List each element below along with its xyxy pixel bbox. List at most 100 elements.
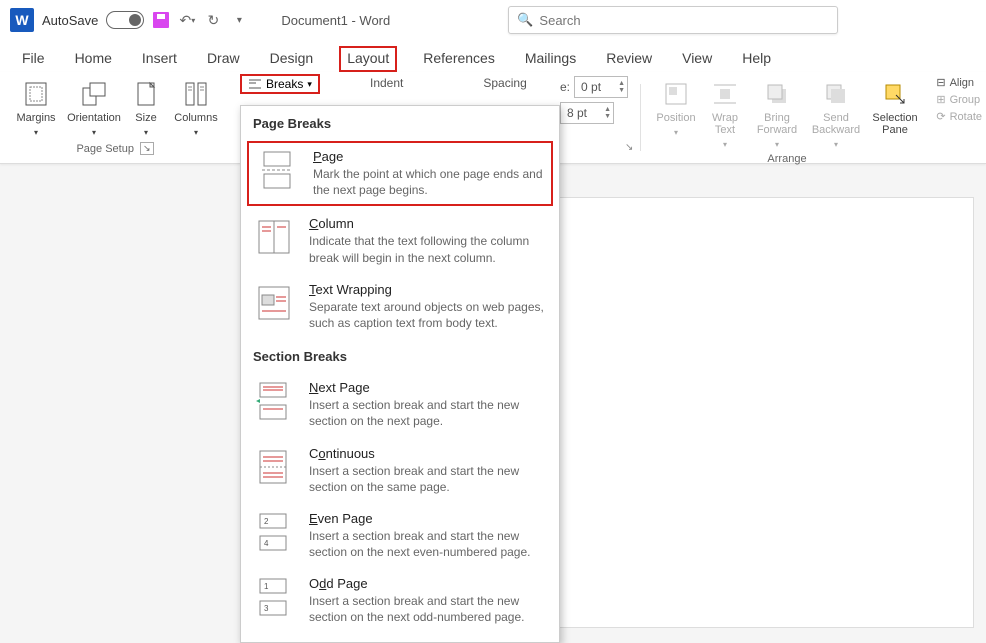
spacing-inputs: e: 0 pt ▲▼ 8 pt ▲▼: [560, 76, 628, 124]
chevron-down-icon: ▾: [92, 128, 96, 137]
break-nextpage-item[interactable]: Next Page Insert a section break and sta…: [241, 372, 559, 437]
tab-design[interactable]: Design: [266, 46, 318, 72]
paragraph-dialog-launcher-icon[interactable]: ↘: [625, 142, 633, 153]
orientation-icon: [78, 80, 110, 108]
chevron-down-icon: ▾: [775, 140, 779, 149]
rotate-button: ⟳Rotate: [936, 110, 982, 123]
tab-references[interactable]: References: [419, 46, 499, 72]
tab-home[interactable]: Home: [71, 46, 116, 72]
columns-button[interactable]: Columns▾: [170, 76, 222, 137]
oddpage-break-icon: 13: [253, 576, 295, 618]
dialog-launcher-icon[interactable]: ↘: [140, 142, 154, 155]
qat-customize-icon[interactable]: ▾: [230, 11, 248, 29]
tab-view[interactable]: View: [678, 46, 716, 72]
nextpage-break-icon: [253, 380, 295, 422]
svg-text:4: 4: [264, 539, 269, 548]
break-page-item[interactable]: Page Mark the point at which one page en…: [247, 141, 553, 206]
evenpage-break-icon: 24: [253, 511, 295, 553]
redo-icon[interactable]: ↻: [204, 11, 222, 29]
selection-pane-button[interactable]: Selection Pane: [867, 76, 923, 149]
item-title: Next Page: [309, 380, 547, 395]
item-desc: Insert a section break and start the new…: [309, 593, 547, 625]
item-desc: Mark the point at which one page ends an…: [313, 166, 543, 198]
arrange-group: Position▾ Wrap Text▾ Bring Forward▾ Send…: [645, 72, 929, 163]
spinner-icon[interactable]: ▲▼: [604, 106, 611, 120]
item-title: Even Page: [309, 511, 547, 526]
position-icon: [660, 80, 692, 108]
breaks-button[interactable]: Breaks ▾: [240, 74, 320, 94]
autosave-toggle[interactable]: [106, 11, 144, 29]
tab-draw[interactable]: Draw: [203, 46, 244, 72]
item-title: Text Wrapping: [309, 282, 547, 297]
page-setup-label: Page Setup↘: [76, 142, 153, 159]
item-title: Continuous: [309, 446, 547, 461]
columns-icon: [180, 80, 212, 108]
align-button[interactable]: ⊟Align: [936, 76, 982, 89]
margins-icon: [20, 80, 52, 108]
svg-text:1: 1: [264, 582, 269, 591]
item-desc: Insert a section break and start the new…: [309, 463, 547, 495]
item-desc: Insert a section break and start the new…: [309, 528, 547, 560]
tab-insert[interactable]: Insert: [138, 46, 181, 72]
page-break-icon: [257, 149, 299, 191]
send-backward-button: Send Backward▾: [807, 76, 865, 149]
wrap-text-icon: [709, 80, 741, 108]
tab-mailings[interactable]: Mailings: [521, 46, 580, 72]
item-title: Odd Page: [309, 576, 547, 591]
save-icon[interactable]: [152, 11, 170, 29]
item-title: Column: [309, 216, 547, 231]
bring-forward-icon: [761, 80, 793, 108]
chevron-down-icon: ▾: [723, 140, 727, 149]
arrange-side-options: ⊟Align ⊞Group ⟳Rotate: [936, 76, 982, 123]
document-title: Document1 - Word: [281, 13, 390, 28]
search-icon: 🔍: [517, 12, 533, 28]
section-breaks-header: Section Breaks: [241, 339, 559, 372]
position-button: Position▾: [651, 76, 701, 149]
break-evenpage-item[interactable]: 24 Even Page Insert a section break and …: [241, 503, 559, 568]
arrange-label: Arrange: [645, 153, 929, 169]
textwrap-break-icon: [253, 282, 295, 324]
align-icon: ⊟: [936, 76, 945, 89]
spacing-label: Spacing: [483, 76, 526, 90]
break-oddpage-item[interactable]: 13 Odd Page Insert a section break and s…: [241, 568, 559, 633]
margins-button[interactable]: Margins▾: [8, 76, 64, 137]
break-column-item[interactable]: Column Indicate that the text following …: [241, 208, 559, 273]
rotate-icon: ⟳: [936, 110, 945, 123]
chevron-down-icon: ▾: [674, 128, 678, 137]
size-icon: [130, 80, 162, 108]
spinner-icon[interactable]: ▲▼: [618, 80, 625, 94]
search-input[interactable]: [539, 13, 829, 28]
word-logo-icon: W: [10, 8, 34, 32]
svg-text:2: 2: [264, 517, 269, 526]
tab-review[interactable]: Review: [602, 46, 656, 72]
selection-pane-icon: [879, 80, 911, 108]
break-textwrap-item[interactable]: Text Wrapping Separate text around objec…: [241, 274, 559, 339]
chevron-down-icon: ▾: [834, 140, 838, 149]
indent-label: Indent: [370, 76, 403, 90]
spacing-before-input[interactable]: 0 pt ▲▼: [574, 76, 628, 98]
chevron-down-icon: ▾: [34, 128, 38, 137]
orientation-button[interactable]: Orientation▾: [66, 76, 122, 137]
title-bar: W AutoSave ↶▾ ↻ ▾ Document1 - Word 🔍: [0, 0, 986, 40]
break-continuous-item[interactable]: Continuous Insert a section break and st…: [241, 438, 559, 503]
chevron-down-icon: ▾: [144, 128, 148, 137]
wrap-text-button: Wrap Text▾: [703, 76, 747, 149]
chevron-down-icon: ▾: [194, 128, 198, 137]
send-backward-icon: [820, 80, 852, 108]
group-button: ⊞Group: [936, 93, 982, 106]
tab-layout[interactable]: Layout: [339, 46, 397, 72]
spacing-after-input[interactable]: 8 pt ▲▼: [560, 102, 614, 124]
column-break-icon: [253, 216, 295, 258]
tab-file[interactable]: File: [18, 46, 49, 72]
bring-forward-button: Bring Forward▾: [749, 76, 805, 149]
search-box[interactable]: 🔍: [508, 6, 838, 34]
size-button[interactable]: Size▾: [124, 76, 168, 137]
item-desc: Insert a section break and start the new…: [309, 397, 547, 429]
item-desc: Separate text around objects on web page…: [309, 299, 547, 331]
item-title: Page: [313, 149, 543, 164]
paragraph-headers: Indent Spacing: [370, 76, 527, 90]
tab-help[interactable]: Help: [738, 46, 775, 72]
page-setup-group: Margins▾ Orientation▾ Size▾ Columns▾ Pag…: [0, 72, 230, 163]
undo-icon[interactable]: ↶▾: [178, 11, 196, 29]
breaks-icon: [248, 77, 262, 91]
